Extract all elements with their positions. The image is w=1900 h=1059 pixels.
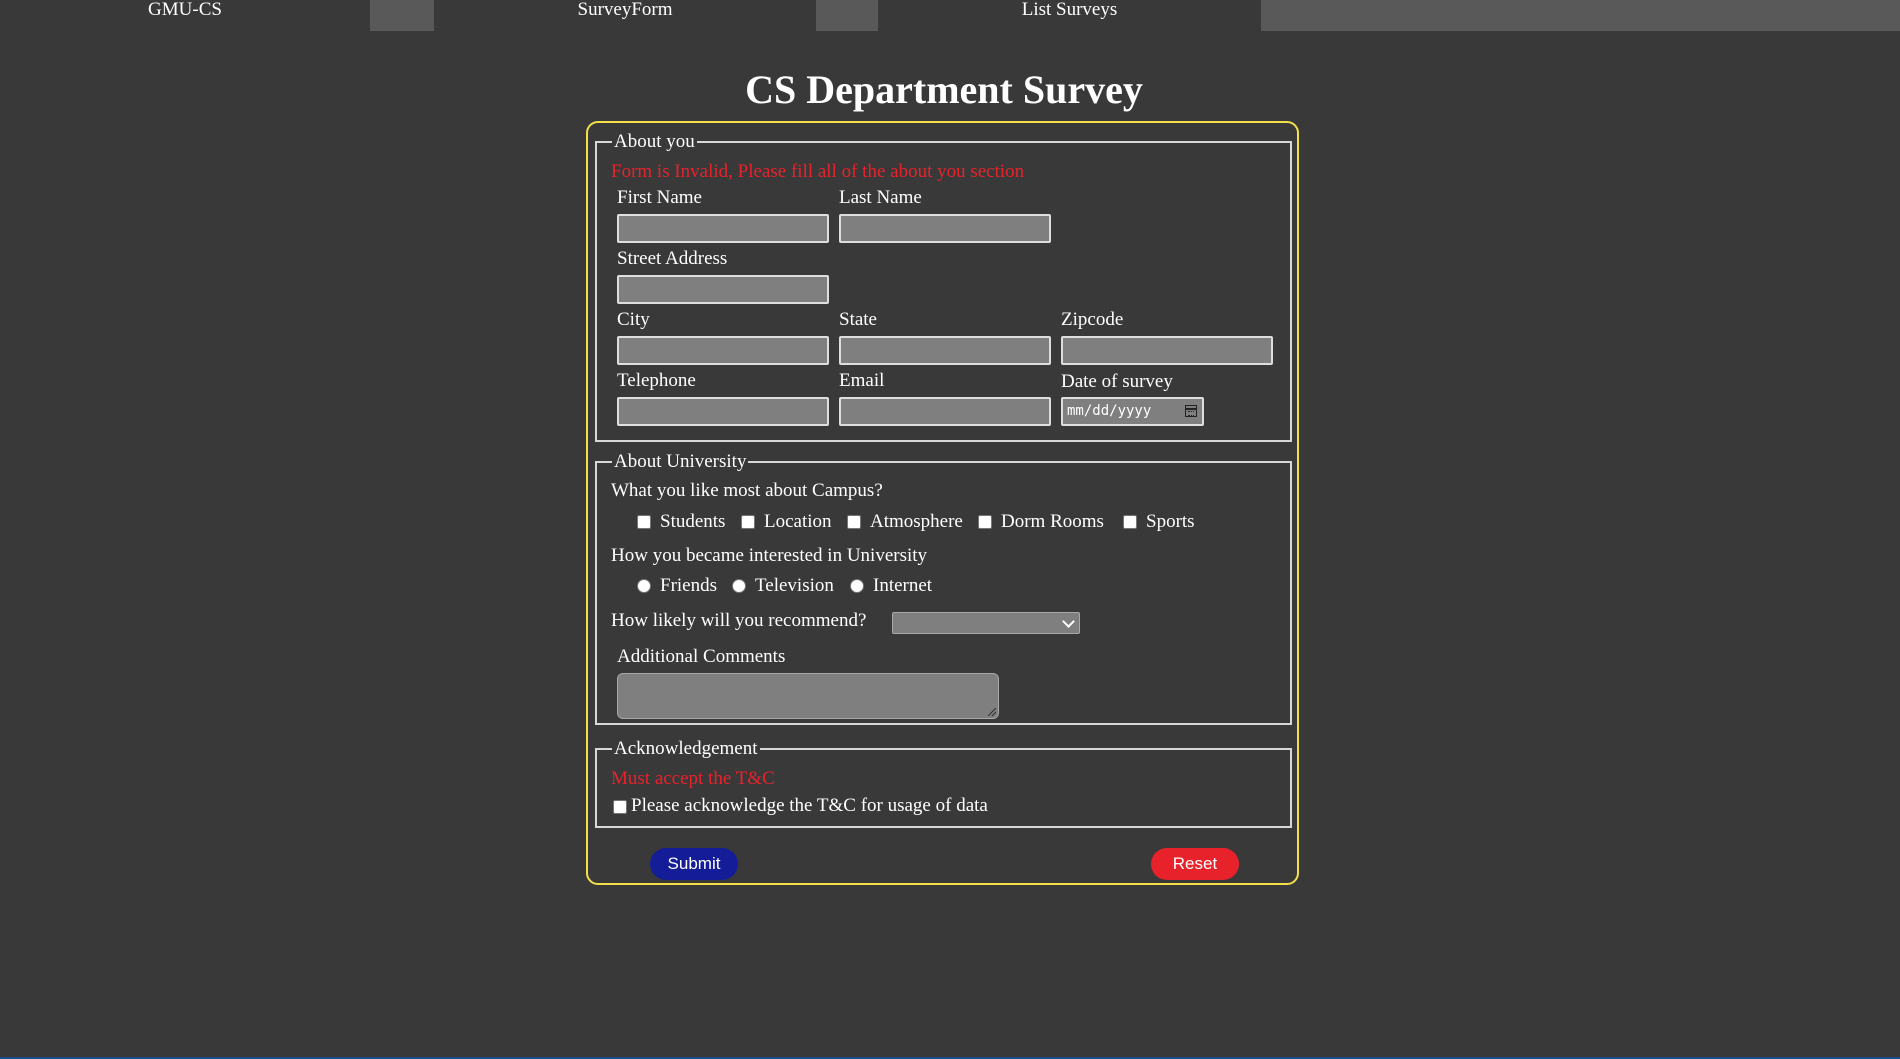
acknowledge-tc-checkbox[interactable]	[613, 800, 627, 814]
nav-brand-label: GMU-CS	[148, 0, 222, 20]
likes-dorm-rooms-checkbox[interactable]	[978, 515, 992, 529]
interest-internet-label: Internet	[873, 575, 933, 596]
likes-sports-label: Sports	[1146, 511, 1195, 532]
nav-filler	[1261, 0, 1900, 31]
likes-sports-checkbox[interactable]	[1123, 515, 1137, 529]
interest-question: How you became interested in University	[611, 545, 928, 566]
interest-television-radio[interactable]	[732, 579, 746, 593]
nav-list-surveys-tab[interactable]: List Surveys	[878, 0, 1261, 31]
street-address-label: Street Address	[617, 248, 728, 269]
recommend-question: How likely will you recommend?	[611, 610, 867, 631]
chevron-down-icon	[1062, 615, 1075, 628]
calendar-icon[interactable]	[1185, 405, 1197, 417]
telephone-field[interactable]	[617, 397, 829, 426]
date-of-survey-label: Date of survey	[1061, 371, 1173, 392]
street-address-field[interactable]	[617, 275, 829, 304]
date-of-survey-field[interactable]: mm/dd/yyyy	[1061, 397, 1204, 426]
nav-divider	[370, 0, 434, 31]
zipcode-label: Zipcode	[1061, 309, 1124, 330]
likes-students-checkbox[interactable]	[637, 515, 651, 529]
comments-textarea[interactable]	[617, 673, 999, 719]
campus-likes-question: What you like most about Campus?	[611, 480, 883, 501]
interest-friends-radio[interactable]	[637, 579, 651, 593]
page-title: CS Department Survey	[745, 67, 1143, 112]
likes-location-label: Location	[764, 511, 832, 532]
state-field[interactable]	[839, 336, 1051, 365]
date-placeholder: mm/dd/yyyy	[1067, 403, 1152, 419]
state-label: State	[839, 309, 877, 330]
about-you-legend: About you	[614, 131, 695, 152]
nav-divider	[816, 0, 878, 31]
nav-list-surveys-label: List Surveys	[1021, 0, 1118, 20]
interest-internet-radio[interactable]	[850, 579, 864, 593]
city-label: City	[617, 309, 650, 330]
reset-button[interactable]: Reset	[1151, 848, 1239, 880]
first-name-label: First Name	[617, 187, 702, 208]
likes-students-label: Students	[660, 511, 726, 532]
telephone-label: Telephone	[617, 370, 696, 391]
resize-grip-icon[interactable]	[988, 708, 996, 716]
nav-survey-form-tab[interactable]: SurveyForm	[434, 0, 816, 31]
survey-form: About you Form is Invalid, Please fill a…	[586, 121, 1299, 885]
zipcode-field[interactable]	[1061, 336, 1273, 365]
submit-button[interactable]: Submit	[650, 848, 738, 880]
top-navbar: GMU-CS SurveyForm List Surveys	[0, 0, 1900, 31]
about-university-legend: About University	[614, 451, 747, 472]
acknowledgement-legend: Acknowledgement	[614, 738, 758, 759]
comments-label: Additional Comments	[617, 646, 786, 667]
nav-survey-form-label: SurveyForm	[577, 0, 673, 20]
acknowledgement-error: Must accept the T&C	[611, 768, 775, 789]
email-field[interactable]	[839, 397, 1051, 426]
acknowledge-tc-label: Please acknowledge the T&C for usage of …	[631, 795, 988, 816]
recommend-select[interactable]	[892, 612, 1080, 634]
likes-atmosphere-checkbox[interactable]	[847, 515, 861, 529]
email-label: Email	[839, 370, 885, 391]
last-name-label: Last Name	[839, 187, 922, 208]
about-you-error: Form is Invalid, Please fill all of the …	[611, 161, 1025, 182]
likes-atmosphere-label: Atmosphere	[870, 511, 963, 532]
interest-television-label: Television	[755, 575, 834, 596]
interest-friends-label: Friends	[660, 575, 717, 596]
likes-location-checkbox[interactable]	[741, 515, 755, 529]
first-name-field[interactable]	[617, 214, 829, 243]
city-field[interactable]	[617, 336, 829, 365]
last-name-field[interactable]	[839, 214, 1051, 243]
likes-dorm-rooms-label: Dorm Rooms	[1001, 511, 1104, 532]
nav-brand-link[interactable]: GMU-CS	[0, 0, 370, 31]
